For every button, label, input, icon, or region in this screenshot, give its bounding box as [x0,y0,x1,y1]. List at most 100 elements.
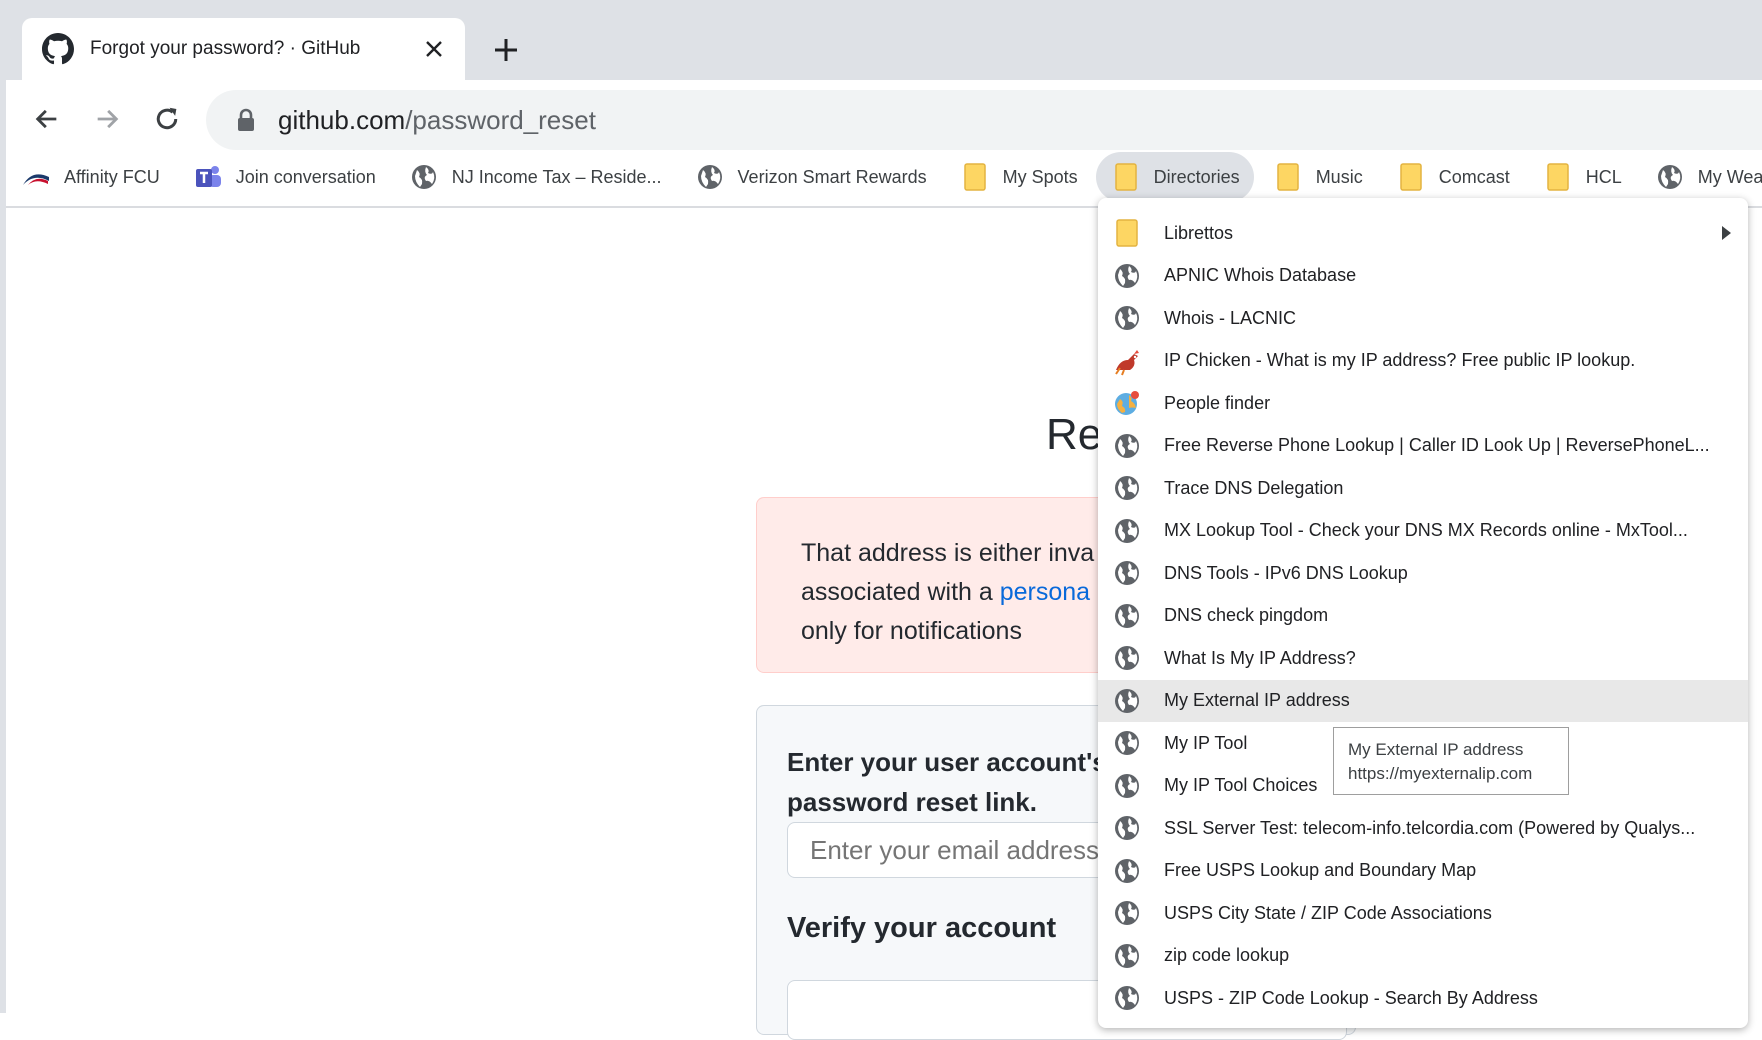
bookmark-nj-income-tax[interactable]: NJ Income Tax – Reside... [394,152,676,202]
globe-icon [1112,601,1142,631]
address-bar[interactable]: github.com/password_reset [206,90,1762,150]
bookmark-folder-comcast[interactable]: Comcast [1381,152,1524,202]
menu-item-label: Whois - LACNIC [1164,307,1297,328]
bookmark-my-weather[interactable]: My Weat [1640,152,1762,202]
globe-icon [1112,473,1142,503]
url-path: /password_reset [405,104,596,135]
globe-icon [1112,558,1142,588]
back-arrow-icon[interactable] [26,98,68,140]
menu-item-usps-zip-code-lookup-search-by-address[interactable]: USPS - ZIP Code Lookup - Search By Addre… [1098,977,1748,1020]
menu-item-trace-dns-delegation[interactable]: Trace DNS Delegation [1098,467,1748,510]
menu-item-label: DNS check pingdom [1164,605,1329,626]
tooltip-title: My External IP address [1348,740,1524,759]
close-tab-icon[interactable] [419,34,449,64]
globe-icon [1112,728,1142,758]
bookmark-label: Music [1315,166,1363,187]
tab-title: Forgot your password? · GitHub [90,38,361,59]
bookmark-affinity-fcu[interactable]: Affinity FCU [6,152,174,202]
menu-item-label: IP Chicken - What is my IP address? Free… [1164,350,1636,371]
menu-item-label: zip code lookup [1164,945,1290,966]
menu-item-free-reverse-phone-lookup-caller-id-look[interactable]: Free Reverse Phone Lookup | Caller ID Lo… [1098,425,1748,468]
affinity-logo-icon [22,163,50,191]
bookmark-label: Verizon Smart Rewards [737,166,927,187]
globe-icon [1112,516,1142,546]
menu-item-my-external-ip-address[interactable]: My External IP address [1098,679,1748,722]
people-finder-icon [1112,388,1142,418]
error-line-1: That address is either inva [801,539,1095,567]
forward-arrow-icon[interactable] [86,98,128,140]
globe-icon [696,163,724,191]
globe-icon [1112,261,1142,291]
globe-icon [1112,686,1142,716]
menu-item-free-usps-lookup-and-boundary-map[interactable]: Free USPS Lookup and Boundary Map [1098,850,1748,893]
reload-icon[interactable] [146,98,188,140]
menu-item-apnic-whois-database[interactable]: APNIC Whois Database [1098,255,1748,298]
submenu-arrow-icon [1720,225,1732,241]
bookmark-folder-hcl[interactable]: HCL [1528,152,1636,202]
globe-icon [1112,303,1142,333]
menu-item-label: Trace DNS Delegation [1164,477,1344,498]
error-line-3: only for notifications [801,617,1022,645]
menu-item-people-finder[interactable]: People finder [1098,382,1748,425]
url-text: github.com/password_reset [278,105,596,136]
email-label-line-1: Enter your user account's v [787,747,1129,777]
personal-email-link[interactable]: persona [1000,578,1090,606]
bookmark-folder-music[interactable]: Music [1258,152,1377,202]
menu-item-label: DNS Tools - IPv6 DNS Lookup [1164,562,1408,583]
menu-item-label: USPS - ZIP Code Lookup - Search By Addre… [1164,987,1538,1008]
verify-heading: Verify your account [787,912,1057,944]
menu-item-label: Free USPS Lookup and Boundary Map [1164,860,1477,881]
menu-item-mx-lookup-tool-check-your-dns-mx-records[interactable]: MX Lookup Tool - Check your DNS MX Recor… [1098,510,1748,553]
globe-icon [1112,431,1142,461]
menu-item-label: What Is My IP Address? [1164,647,1356,668]
menu-item-label: People finder [1164,392,1271,413]
lock-icon[interactable] [236,108,256,132]
menu-item-dns-tools-ipv6-dns-lookup[interactable]: DNS Tools - IPv6 DNS Lookup [1098,552,1748,595]
bookmark-label: Affinity FCU [64,166,160,187]
globe-icon [1656,163,1684,191]
bookmark-label: Directories [1153,166,1240,187]
menu-item-label: My IP Tool Choices [1164,775,1318,796]
browser-tab[interactable]: Forgot your password? · GitHub [22,18,465,80]
bookmark-verizon-smart-rewards[interactable]: Verizon Smart Rewards [680,152,941,202]
folder-icon [1274,163,1302,191]
menu-item-label: SSL Server Test: telecom-info.telcordia.… [1164,817,1696,838]
globe-icon [410,163,438,191]
menu-item-what-is-my-ip-address[interactable]: What Is My IP Address? [1098,637,1748,680]
globe-icon [1112,941,1142,971]
bookmark-folder-directories[interactable]: Directories [1095,152,1254,202]
new-tab-icon[interactable] [488,32,524,68]
folder-icon [961,163,989,191]
globe-icon [1112,643,1142,673]
directories-dropdown-menu: Librettos APNIC Whois Database Whois - LAC… [1098,198,1748,1028]
bookmark-label: NJ Income Tax – Reside... [451,166,662,187]
menu-item-label: My IP Tool [1164,732,1248,753]
globe-icon [1112,771,1142,801]
menu-item-usps-city-state-zip-code-associations[interactable]: USPS City State / ZIP Code Associations [1098,892,1748,935]
menu-item-dns-check-pingdom[interactable]: DNS check pingdom [1098,595,1748,638]
bookmark-label: My Spots [1002,166,1078,187]
bookmark-label: HCL [1585,166,1622,187]
toolbar: github.com/password_reset Affinity FCU J… [6,80,1762,208]
folder-icon [1112,218,1142,248]
menu-item-zip-code-lookup[interactable]: zip code lookup [1098,935,1748,978]
menu-item-librettos[interactable]: Librettos [1098,212,1748,255]
bookmark-label: My Weat [1697,166,1762,187]
bookmark-folder-my-spots[interactable]: My Spots [945,152,1092,202]
folder-icon [1112,163,1140,191]
menu-item-whois-lacnic[interactable]: Whois - LACNIC [1098,297,1748,340]
email-label-line-2: password reset link. [787,787,1037,817]
github-logo-icon [42,33,74,65]
menu-item-label: My External IP address [1164,690,1350,711]
teams-icon [194,163,222,191]
menu-item-ssl-server-test-telecom-info-telcordia-c[interactable]: SSL Server Test: telecom-info.telcordia.… [1098,807,1748,850]
menu-item-label: APNIC Whois Database [1164,265,1357,286]
tooltip-url: https://myexternalip.com [1348,764,1533,783]
bookmark-label: Join conversation [235,166,376,187]
globe-icon [1112,898,1142,928]
menu-item-ip-chicken-what-is-my-ip-address-free-pu[interactable]: IP Chicken - What is my IP address? Free… [1098,340,1748,383]
bookmark-label: Comcast [1438,166,1510,187]
bookmark-join-conversation[interactable]: Join conversation [178,152,390,202]
menu-item-label: MX Lookup Tool - Check your DNS MX Recor… [1164,520,1688,541]
error-line-2: associated with a [801,578,1000,606]
